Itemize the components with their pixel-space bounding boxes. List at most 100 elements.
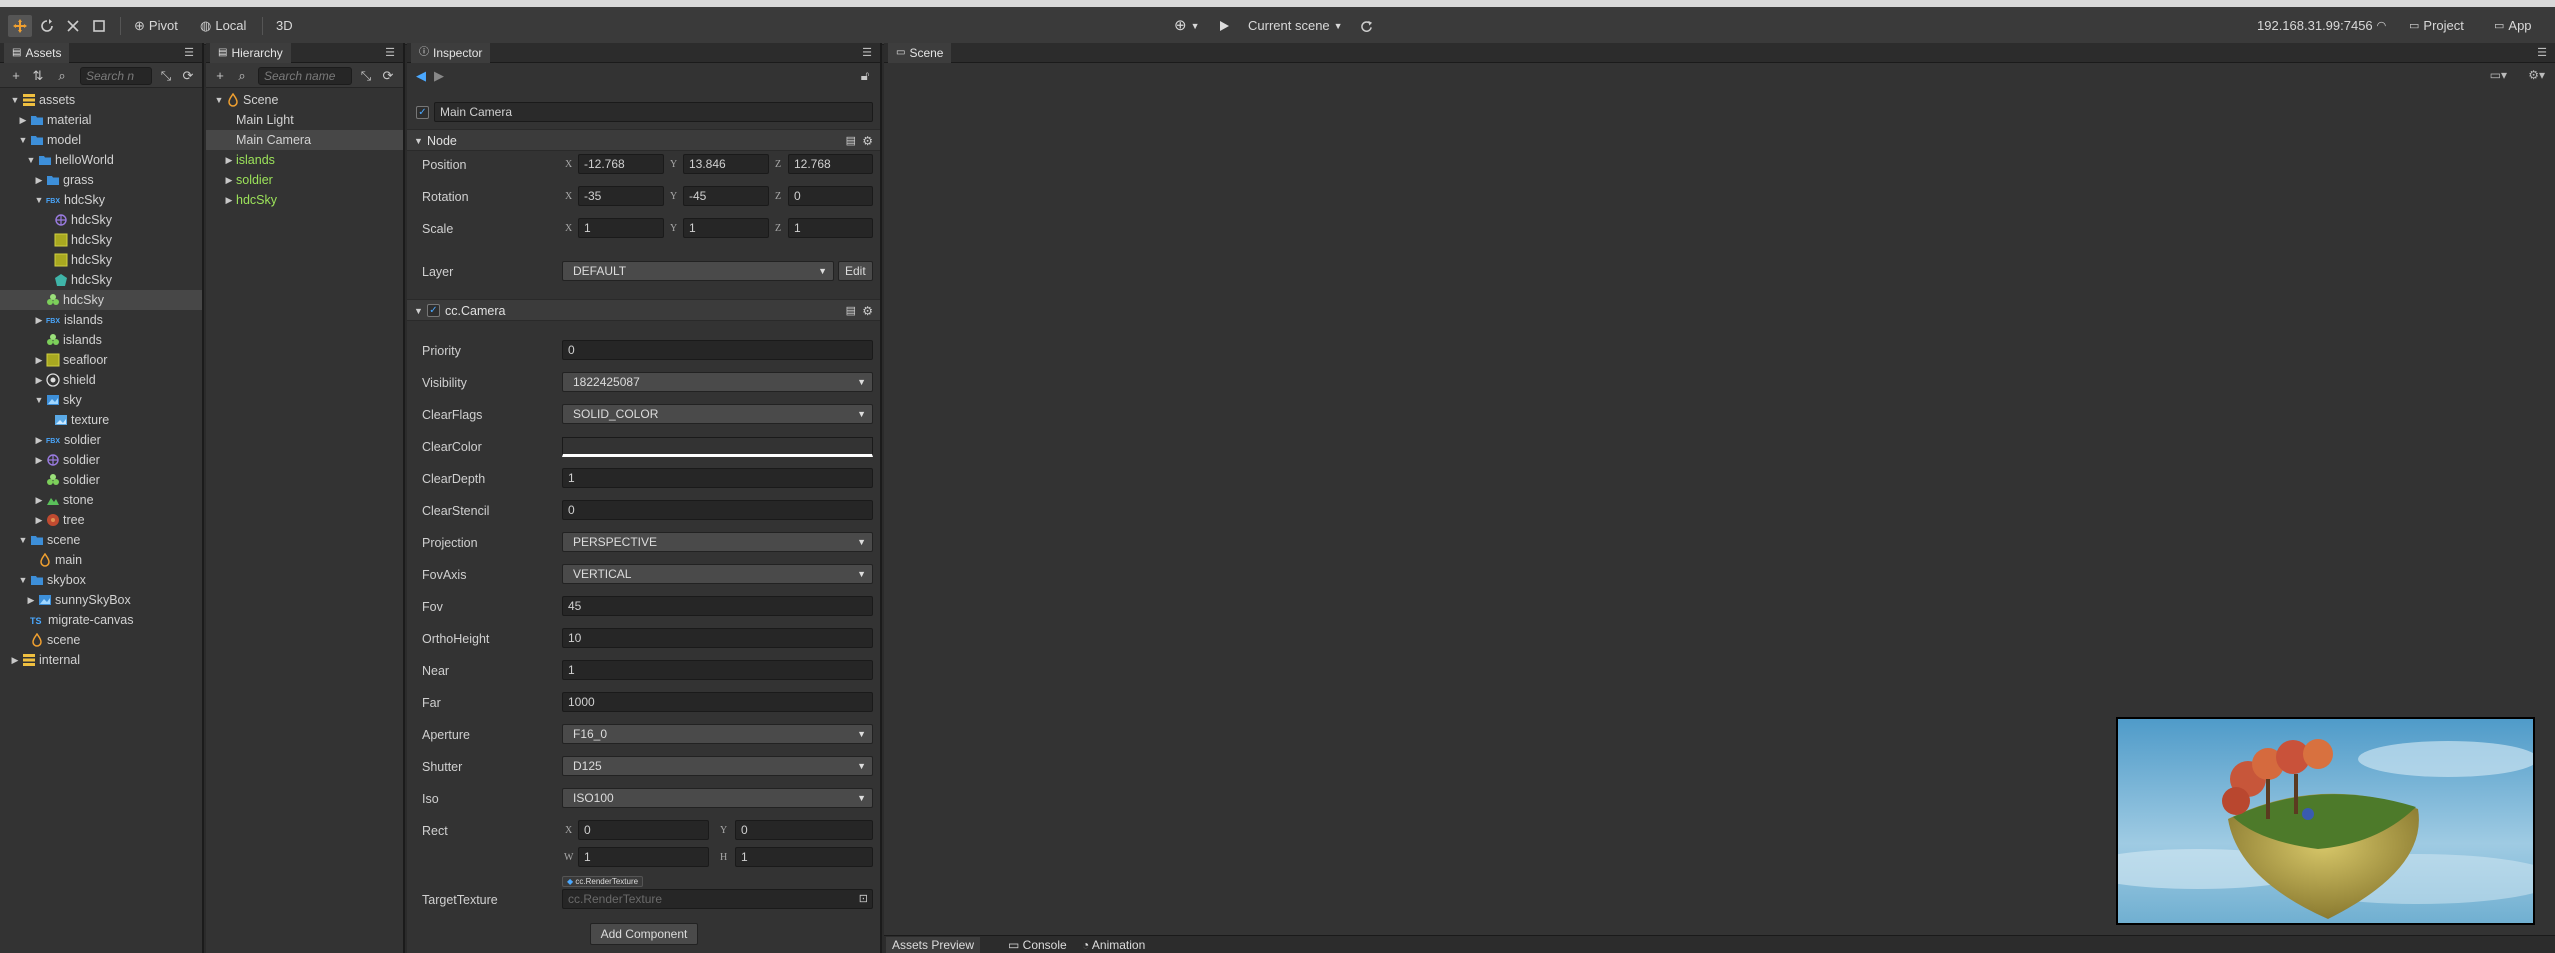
rotation-x-input[interactable]: -35 (578, 186, 664, 206)
scale-x-input[interactable]: 1 (578, 218, 664, 238)
priority-input[interactable]: 0 (562, 340, 873, 360)
camera-section-header[interactable]: ▼ ✓ cc.Camera ▤ ⚙ (407, 299, 880, 321)
refresh-button[interactable] (1356, 15, 1377, 37)
chevron-right-icon[interactable]: ▶ (34, 450, 44, 470)
node-name-input[interactable]: Main Camera (434, 102, 873, 122)
rect-h-input[interactable]: 1 (735, 847, 873, 867)
menu-icon[interactable]: ☰ (182, 43, 196, 63)
position-x-input[interactable]: -12.768 (578, 154, 664, 174)
scale-z-input[interactable]: 1 (788, 218, 873, 238)
add-asset-icon[interactable]: + (8, 67, 24, 85)
tree-node[interactable]: hdcSky (0, 210, 202, 230)
add-node-icon[interactable]: + (212, 67, 228, 85)
assets-search-input[interactable]: Search n (80, 67, 152, 85)
tree-node[interactable]: ▼ helloWorld (0, 150, 202, 170)
target-texture-input[interactable]: cc.RenderTexture ⊡ (562, 889, 873, 909)
far-input[interactable]: 1000 (562, 692, 873, 712)
tree-node[interactable]: ▶ grass (0, 170, 202, 190)
clear-color-swatch[interactable] (562, 437, 873, 457)
tree-node[interactable]: hdcSky (0, 230, 202, 250)
lock-icon[interactable]: 🔓︎ (857, 67, 873, 85)
sort-icon[interactable]: ⇅ (30, 67, 46, 85)
chevron-right-icon[interactable]: ▶ (18, 110, 28, 130)
tree-node[interactable]: ▶ material (0, 110, 202, 130)
tree-node[interactable]: ▶ islands (206, 150, 403, 170)
tree-node[interactable]: soldier (0, 470, 202, 490)
chevron-right-icon[interactable]: ▶ (26, 590, 36, 610)
hierarchy-search-input[interactable]: Search name (258, 67, 352, 85)
search-type-icon[interactable]: ⌕ (234, 67, 250, 85)
tree-node[interactable]: ▶ internal (0, 650, 202, 670)
menu-icon[interactable]: ☰ (2535, 43, 2549, 63)
camera-options-icon[interactable]: ▭▾ (2490, 68, 2507, 82)
refresh-icon[interactable]: ⟳ (180, 67, 196, 85)
gear-icon[interactable]: ⚙▾ (2528, 68, 2545, 82)
projection-select[interactable]: PERSPECTIVE ▼ (562, 532, 873, 552)
scale-y-input[interactable]: 1 (683, 218, 769, 238)
menu-icon[interactable]: ☰ (860, 43, 874, 63)
chevron-down-icon[interactable]: ▼ (34, 190, 44, 210)
tree-node[interactable]: ▼ skybox (0, 570, 202, 590)
chevron-right-icon[interactable]: ▶ (34, 350, 44, 370)
move-tool-icon[interactable] (8, 15, 32, 37)
chevron-down-icon[interactable]: ▼ (18, 530, 28, 550)
visibility-select[interactable]: 1822425087 ▼ (562, 372, 873, 392)
tree-node[interactable]: ▼ assets (0, 90, 202, 110)
search-type-icon[interactable]: ⌕ (54, 67, 70, 85)
chevron-down-icon[interactable]: ▼ (26, 150, 36, 170)
tree-node[interactable]: ▼ model (0, 130, 202, 150)
collapse-icon[interactable]: ⤡ (358, 67, 374, 85)
tree-node[interactable]: hdcSky (0, 290, 202, 310)
tree-node[interactable]: ▼ Scene (206, 90, 403, 110)
rect-x-input[interactable]: 0 (578, 820, 709, 840)
pivot-button[interactable]: ⊕ Pivot (130, 15, 182, 37)
chevron-right-icon[interactable]: ▶ (34, 310, 44, 330)
tree-node[interactable]: ▼ scene (0, 530, 202, 550)
camera-enabled-checkbox[interactable]: ✓ (427, 304, 440, 317)
tab-hierarchy[interactable]: ▤ Hierarchy (210, 43, 291, 63)
clear-stencil-input[interactable]: 0 (562, 500, 873, 520)
picker-icon[interactable]: ⊡ (859, 890, 868, 908)
gear-icon[interactable]: ⚙ (862, 300, 873, 322)
rect-tool-icon[interactable] (88, 15, 110, 37)
tab-assets-preview[interactable]: Assets Preview (886, 937, 981, 953)
shutter-select[interactable]: D125 ▼ (562, 756, 873, 776)
chevron-right-icon[interactable]: ▶ (224, 170, 234, 190)
tree-node[interactable]: ▶ FBX soldier (0, 430, 202, 450)
chevron-right-icon[interactable]: ▶ (224, 150, 234, 170)
chevron-right-icon[interactable]: ▶ (34, 170, 44, 190)
chevron-right-icon[interactable]: ▶ (34, 490, 44, 510)
chevron-down-icon[interactable]: ▼ (10, 90, 20, 110)
doc-icon[interactable]: ▤ (846, 130, 856, 152)
tab-console[interactable]: ▭ Console (1002, 937, 1073, 953)
current-scene-dropdown[interactable]: Current scene ▼ (1244, 15, 1347, 37)
near-input[interactable]: 1 (562, 660, 873, 680)
tree-node[interactable]: ▶ soldier (206, 170, 403, 190)
chevron-down-icon[interactable]: ▼ (18, 570, 28, 590)
tab-inspector[interactable]: ⓘ Inspector (411, 43, 491, 63)
tree-node[interactable]: ▶ hdcSky (206, 190, 403, 210)
chevron-right-icon[interactable]: ▶ (34, 430, 44, 450)
refresh-icon[interactable]: ⟳ (380, 67, 396, 85)
platform-dropdown[interactable]: ⊕ ▼ (1170, 15, 1204, 37)
tree-node[interactable]: Main Light (206, 110, 403, 130)
chevron-down-icon[interactable]: ▼ (214, 90, 224, 110)
chevron-right-icon[interactable]: ▶ (10, 650, 20, 670)
fov-axis-select[interactable]: VERTICAL ▼ (562, 564, 873, 584)
fov-input[interactable]: 45 (562, 596, 873, 616)
gear-icon[interactable]: ⚙ (862, 130, 873, 152)
tree-node[interactable]: main (0, 550, 202, 570)
tree-node[interactable]: ▶ stone (0, 490, 202, 510)
rotation-y-input[interactable]: -45 (683, 186, 769, 206)
tree-node[interactable]: ▶ sunnySkyBox (0, 590, 202, 610)
tab-scene[interactable]: ▭ Scene (888, 43, 952, 63)
tree-node[interactable]: hdcSky (0, 270, 202, 290)
rotation-z-input[interactable]: 0 (788, 186, 873, 206)
chevron-right-icon[interactable]: ▶ (34, 510, 44, 530)
chevron-down-icon[interactable]: ▼ (18, 130, 28, 150)
project-button[interactable]: ▭ Project (2405, 15, 2468, 37)
menu-icon[interactable]: ☰ (383, 43, 397, 63)
node-active-checkbox[interactable]: ✓ (416, 106, 429, 119)
node-section-header[interactable]: ▼ Node ▤ ⚙ (407, 129, 880, 151)
forward-arrow-icon[interactable]: ▶ (431, 67, 447, 85)
